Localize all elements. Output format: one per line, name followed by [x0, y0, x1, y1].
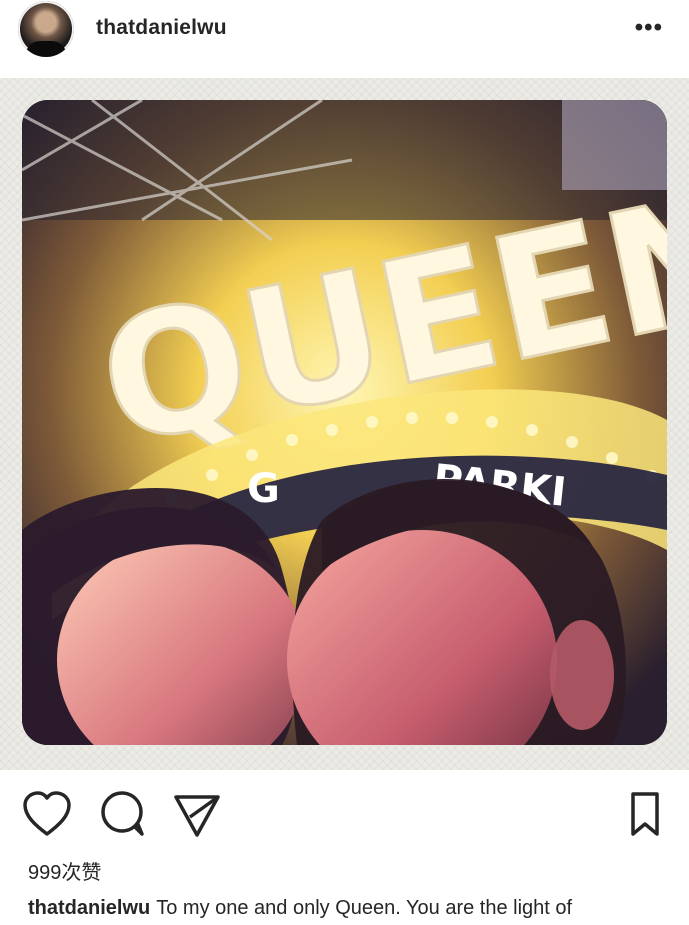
post-actions [0, 770, 689, 850]
post-photo[interactable]: QUEENS PARKI G [22, 100, 667, 745]
heart-icon[interactable] [22, 790, 72, 838]
bookmark-icon[interactable] [625, 790, 665, 838]
likes-count[interactable]: 999次赞 [28, 856, 101, 885]
caption-username[interactable]: thatdanielwu [28, 897, 150, 919]
parking-g-text: G [247, 466, 280, 512]
share-icon[interactable] [172, 791, 222, 839]
more-icon[interactable]: ••• [635, 16, 663, 40]
comment-icon[interactable] [98, 788, 148, 838]
post-caption: thatdanielwu To my one and only Queen. Yo… [28, 897, 689, 920]
photo-frame: QUEENS PARKI G [0, 78, 689, 770]
avatar[interactable] [18, 1, 74, 57]
post-username[interactable]: thatdanielwu [96, 16, 227, 40]
caption-text: To my one and only Queen. You are the li… [156, 897, 573, 919]
post-header: thatdanielwu ••• [0, 0, 689, 78]
